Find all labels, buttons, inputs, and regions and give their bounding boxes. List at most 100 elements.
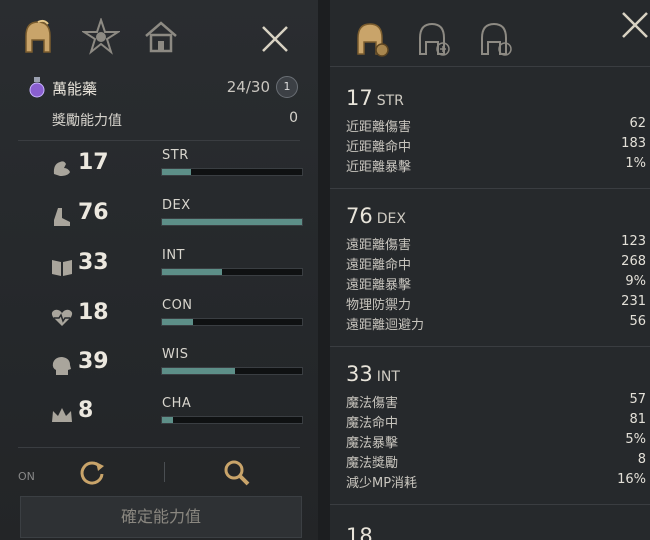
reset-button[interactable] — [78, 458, 106, 486]
elixir-count: 24/30 — [226, 78, 270, 96]
bonus-points-value: 0 — [289, 110, 298, 126]
stat-group-header: 76 DEX — [346, 204, 406, 228]
helmet-cycle-tab[interactable] — [478, 20, 514, 62]
helmet-cycle-icon — [481, 22, 512, 56]
stat-code: CON — [162, 298, 193, 313]
stat-group-value: 17 — [346, 86, 373, 110]
divider — [330, 188, 650, 189]
stat-detail-value: 8 — [637, 452, 646, 467]
helmet-plus-tab[interactable] — [416, 20, 452, 62]
stat-group-code: DEX — [376, 211, 406, 227]
stat-detail-row: 物理防禦力 231 — [346, 294, 646, 314]
stat-progress-fill — [162, 219, 302, 225]
boot-icon — [54, 208, 70, 226]
stat-detail-panel: 17 STR 近距離傷害 62 近距離命中 183 近距離暴擊 1% 76 DEX 遠距離傷害 123… — [330, 0, 650, 540]
stat-detail-value: 9% — [625, 274, 646, 289]
refresh-icon — [80, 461, 104, 485]
close-icon — [262, 26, 288, 52]
stat-detail-value: 231 — [621, 294, 646, 309]
stat-group-header: 17 STR — [346, 86, 404, 110]
helmet-tab[interactable] — [20, 18, 60, 58]
house-tab[interactable] — [142, 18, 182, 58]
stat-detail-value: 5% — [625, 432, 646, 447]
bonus-points-row: 獎勵能力值 0 — [52, 110, 298, 130]
stat-detail-row: 減少MP消耗 16% — [346, 472, 646, 492]
stat-progress-fill — [162, 169, 192, 175]
stat-detail-value: 57 — [629, 392, 646, 407]
divider — [18, 140, 300, 141]
stat-detail-value: 268 — [621, 254, 646, 269]
inspect-button[interactable] — [222, 458, 250, 486]
stat-detail-row: 近距離傷害 62 — [346, 116, 646, 136]
stat-detail-row: 遠距離傷害 123 — [346, 234, 646, 254]
divider — [330, 66, 650, 67]
stat-group-header: 33 INT — [346, 362, 400, 386]
divider — [330, 346, 650, 347]
stat-detail-row: 遠距離暴擊 9% — [346, 274, 646, 294]
divider — [330, 504, 650, 505]
stat-progress-bar — [161, 168, 303, 176]
house-icon — [145, 21, 177, 53]
stat-progress-fill — [162, 368, 235, 374]
stat-code: DEX — [162, 198, 191, 213]
magnifier-icon — [224, 460, 250, 486]
stat-detail-value: 183 — [621, 136, 646, 151]
stat-progress-bar — [161, 416, 303, 424]
stat-detail-value: 81 — [629, 412, 646, 427]
tool-row — [0, 452, 318, 492]
tool-divider — [164, 462, 165, 482]
stat-detail-label: 近距離傷害 — [346, 120, 412, 135]
stat-detail-label: 魔法獎勵 — [346, 456, 399, 471]
elixir-row: 萬能藥 24/30 1 — [28, 76, 300, 100]
stat-detail-value: 16% — [617, 472, 646, 487]
star-emblem-icon — [80, 16, 122, 55]
stat-detail-label: 物理防禦力 — [346, 298, 412, 313]
star-tab[interactable] — [80, 16, 122, 58]
stat-detail-row: 遠距離命中 268 — [346, 254, 646, 274]
close-icon — [622, 12, 648, 38]
stat-group-code: STR — [376, 93, 404, 109]
confirm-stats-button[interactable]: 確定能力值 — [20, 496, 302, 538]
stat-code: INT — [162, 248, 185, 263]
stat-value: 17 — [78, 150, 109, 175]
stat-value: 18 — [78, 300, 109, 325]
stat-detail-value: 123 — [621, 234, 646, 249]
stat-row-str: 17 STR — [50, 148, 303, 188]
crown-icon — [52, 408, 72, 422]
stat-row-con: 18 CON — [50, 298, 303, 338]
book-icon — [52, 260, 72, 276]
next-group-peek: 18 — [346, 524, 373, 540]
stat-detail-row: 魔法獎勵 8 — [346, 452, 646, 472]
stat-progress-fill — [162, 269, 223, 275]
right-tab-bar — [354, 20, 624, 60]
elixir-info-badge[interactable]: 1 — [276, 76, 298, 98]
stat-row-dex: 76 DEX — [50, 198, 303, 238]
stat-detail-value: 56 — [629, 314, 646, 329]
stat-detail-label: 減少MP消耗 — [346, 476, 418, 491]
helmet-icon — [25, 19, 51, 53]
helmet-gear-icon — [357, 23, 389, 57]
stat-group-code: INT — [376, 369, 400, 385]
stat-detail-row: 魔法暴擊 5% — [346, 432, 646, 452]
stat-detail-label: 魔法暴擊 — [346, 436, 399, 451]
potion-icon — [29, 77, 45, 98]
stat-row-int: 33 INT — [50, 248, 303, 288]
stat-progress-bar — [161, 218, 303, 226]
stat-progress-fill — [162, 417, 174, 423]
stat-detail-value: 1% — [625, 156, 646, 171]
detail-close-button[interactable] — [620, 10, 650, 40]
stat-value: 39 — [78, 349, 109, 374]
auto-toggle-label[interactable]: ON — [18, 470, 35, 483]
close-button[interactable] — [260, 24, 290, 54]
stat-value: 76 — [78, 200, 109, 225]
stat-value: 8 — [78, 398, 94, 423]
divider — [18, 447, 300, 448]
heartbeat-icon — [51, 309, 73, 326]
stat-detail-label: 遠距離迴避力 — [346, 318, 425, 333]
bonus-points-label: 獎勵能力值 — [52, 113, 122, 129]
bicep-icon — [53, 161, 70, 176]
helmet-gear-tab[interactable] — [354, 20, 390, 62]
stat-code: STR — [162, 148, 189, 163]
stat-progress-bar — [161, 318, 303, 326]
stat-detail-label: 遠距離命中 — [346, 258, 412, 273]
